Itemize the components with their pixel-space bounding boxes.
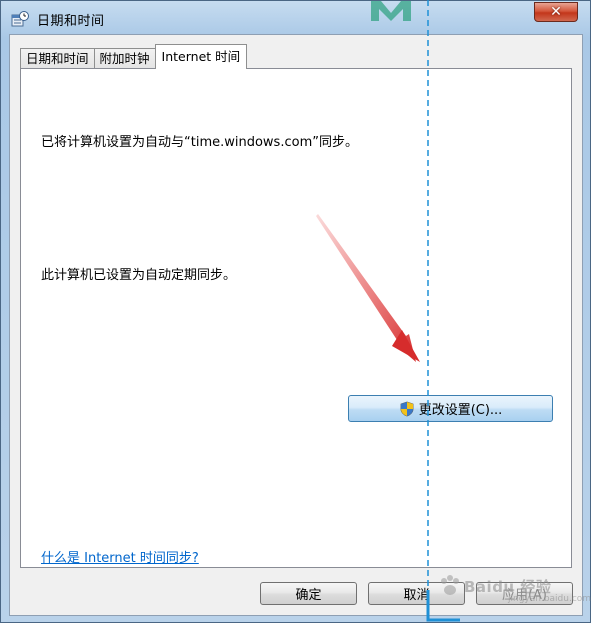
internet-time-panel: 已将计算机设置为自动与“time.windows.com”同步。 此计算机已设置… — [20, 68, 572, 568]
watermark-url: jingyan.baidu.com — [508, 594, 591, 604]
close-icon: ✕ — [550, 4, 562, 20]
window-title: 日期和时间 — [37, 14, 105, 29]
tab-date-time[interactable]: 日期和时间 — [20, 48, 95, 69]
title-bar[interactable]: 日期和时间 ✕ — [1, 1, 590, 37]
change-settings-button[interactable]: 更改设置(C)... — [348, 395, 553, 422]
internet-time-help-link[interactable]: 什么是 Internet 时间同步? — [41, 547, 199, 566]
dialog-client-area: 日期和时间 附加时钟 Internet 时间 已将计算机设置为自动与“time.… — [9, 34, 583, 616]
close-button[interactable]: ✕ — [534, 2, 578, 22]
tab-additional-clocks[interactable]: 附加时钟 — [93, 48, 156, 69]
date-time-dialog: 日期和时间 ✕ 日期和时间 附加时钟 Internet 时间 已将计算机设置为自… — [0, 0, 591, 623]
change-settings-label: 更改设置(C)... — [418, 403, 503, 418]
sync-server-status: 已将计算机设置为自动与“time.windows.com”同步。 — [41, 135, 358, 150]
auto-sync-status: 此计算机已设置为自动定期同步。 — [41, 268, 237, 283]
uac-shield-icon — [400, 401, 414, 416]
clock-settings-icon — [11, 11, 29, 27]
ok-button[interactable]: 确定 — [260, 582, 357, 605]
paw-logo-icon — [441, 575, 459, 595]
baidu-watermark: Baidu 经验 jingyan.baidu.com — [438, 568, 591, 608]
tab-internet-time[interactable]: Internet 时间 — [154, 44, 248, 69]
tab-strip: 日期和时间 附加时钟 Internet 时间 — [20, 44, 248, 69]
background-app-icon — [371, 1, 411, 21]
